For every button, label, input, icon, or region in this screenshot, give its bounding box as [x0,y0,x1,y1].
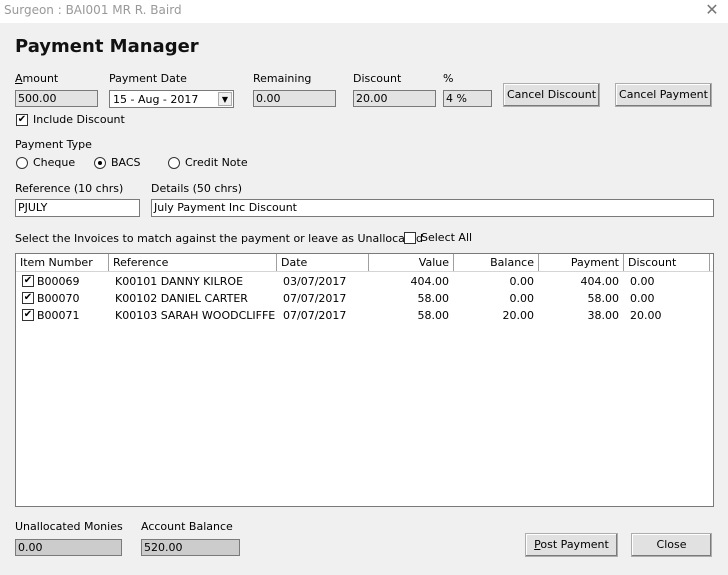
cell-date: 07/07/2017 [283,309,347,322]
cell-reference: K00102 DANIEL CARTER [115,292,248,305]
cell-discount: 0.00 [630,292,655,305]
close-icon[interactable]: ✕ [704,2,720,18]
invoice-list[interactable]: Item Number Reference Date Value Balance… [15,253,714,507]
radio-bacs[interactable] [94,157,106,169]
cell-value: 404.00 [410,275,450,288]
page-title: Payment Manager [15,36,199,57]
cell-item-number: B00069 [37,275,80,288]
cell-discount: 20.00 [630,309,662,322]
cell-value: 58.00 [417,292,450,305]
cell-item-number: B00070 [37,292,80,305]
amount-label: Amount [15,72,58,85]
account-balance-field: 520.00 [141,539,240,556]
payment-date-select[interactable]: 15 - Aug - 2017 ▼ [109,90,234,108]
cell-item-number: B00071 [37,309,80,322]
remaining-label: Remaining [253,72,312,85]
radio-bacs-label: BACS [111,156,141,169]
post-payment-rest: ost Payment [540,538,609,551]
cell-reference: K00103 SARAH WOODCLIFFE [115,309,276,322]
cell-balance: 0.00 [509,292,535,305]
account-balance-label: Account Balance [141,520,233,533]
percent-field: 4 % [443,90,492,107]
cell-balance: 20.00 [502,309,535,322]
radio-credit-note-label: Credit Note [185,156,248,169]
remaining-field: 0.00 [253,90,336,107]
cell-balance: 0.00 [509,275,535,288]
table-row[interactable]: ✔ B00070 K00102 DANIEL CARTER 07/07/2017… [16,290,713,307]
unallocated-monies-field: 0.00 [15,539,122,556]
post-payment-button[interactable]: Post Payment [525,533,618,557]
cell-date: 03/07/2017 [283,275,347,288]
column-header-discount[interactable]: Discount [624,254,710,271]
invoice-instruction: Select the Invoices to match against the… [15,232,423,245]
cancel-discount-button[interactable]: Cancel Discount [503,83,600,107]
discount-field: 20.00 [353,90,436,107]
reference-input[interactable]: PJULY [15,199,140,217]
details-label: Details (50 chrs) [151,182,242,195]
cell-payment: 404.00 [580,275,620,288]
cell-date: 07/07/2017 [283,292,347,305]
payment-date-label: Payment Date [109,72,187,85]
column-header-item-number[interactable]: Item Number [16,254,109,271]
table-row[interactable]: ✔ B00069 K00101 DANNY KILROE 03/07/2017 … [16,273,713,290]
cell-value: 58.00 [417,309,450,322]
percent-label: % [443,72,454,85]
payment-date-value: 15 - Aug - 2017 [113,93,199,106]
select-all-checkbox[interactable] [404,232,416,244]
row-checkbox[interactable]: ✔ [22,309,34,321]
column-header-date[interactable]: Date [277,254,369,271]
include-discount-label: Include Discount [33,113,125,126]
select-all-label: Select All [421,231,473,244]
table-row[interactable]: ✔ B00071 K00103 SARAH WOODCLIFFE 07/07/2… [16,307,713,324]
include-discount-checkbox[interactable]: ✔ [16,114,28,126]
reference-label: Reference (10 chrs) [15,182,124,195]
cell-discount: 0.00 [630,275,655,288]
window-title: Surgeon : BAI001 MR R. Baird [4,3,182,17]
details-input[interactable]: July Payment Inc Discount [151,199,714,217]
column-header-payment[interactable]: Payment [539,254,624,271]
unallocated-monies-label: Unallocated Monies [15,520,123,533]
discount-label: Discount [353,72,402,85]
radio-cheque-label: Cheque [33,156,76,169]
row-checkbox[interactable]: ✔ [22,275,34,287]
column-header-reference[interactable]: Reference [109,254,277,271]
cell-payment: 38.00 [587,309,620,322]
row-checkbox[interactable]: ✔ [22,292,34,304]
cancel-payment-button[interactable]: Cancel Payment [615,83,712,107]
amount-field[interactable]: 500.00 [15,90,98,107]
radio-credit-note[interactable] [168,157,180,169]
close-button[interactable]: Close [631,533,712,557]
radio-cheque[interactable] [16,157,28,169]
chevron-down-icon[interactable]: ▼ [218,92,232,106]
amount-label-rest: mount [22,72,59,85]
cell-reference: K00101 DANNY KILROE [115,275,244,288]
column-header-balance[interactable]: Balance [454,254,539,271]
list-header: Item Number Reference Date Value Balance… [16,254,713,272]
radio-selected-dot [98,161,102,165]
amount-label-accel: A [15,72,23,85]
title-bar: Surgeon : BAI001 MR R. Baird ✕ [0,0,728,23]
cell-payment: 58.00 [587,292,620,305]
column-header-value[interactable]: Value [369,254,454,271]
payment-type-label: Payment Type [15,138,92,151]
